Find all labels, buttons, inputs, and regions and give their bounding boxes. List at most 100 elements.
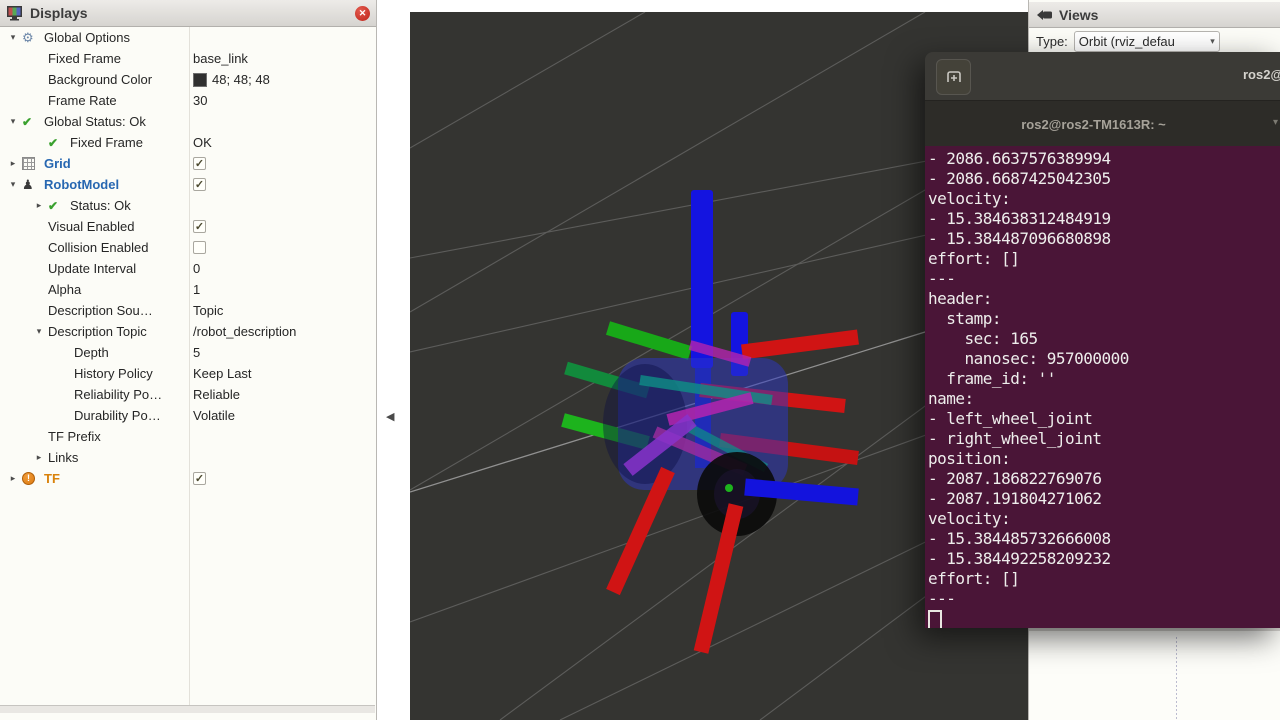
expander-icon[interactable]: ▾ xyxy=(30,326,48,337)
terminal-body[interactable]: - 2086.6637576389994- 2086.6687425042305… xyxy=(925,146,1280,628)
expander-icon[interactable]: ▸ xyxy=(4,158,22,169)
tree-row[interactable]: ▸Grid✓ xyxy=(0,153,376,174)
tree-row-label: Status: Ok xyxy=(70,198,131,213)
new-tab-button[interactable] xyxy=(936,59,971,95)
tree-row-value[interactable]: base_link xyxy=(193,51,248,66)
tree-row-label: Links xyxy=(48,450,78,465)
view-type-dropdown[interactable]: Orbit (rviz_defau ▾ xyxy=(1074,31,1220,52)
tree-row-value[interactable]: 30 xyxy=(193,93,207,108)
tree-row-value[interactable]: OK xyxy=(193,135,212,150)
tab-overflow-icon: ▾ xyxy=(1273,117,1278,128)
tree-row[interactable]: ▾Description Topic/robot_description xyxy=(0,321,376,342)
expander-icon[interactable]: ▾ xyxy=(4,116,22,127)
tree-row[interactable]: ▸!TF✓ xyxy=(0,468,376,489)
panel-resize-handle[interactable] xyxy=(0,706,375,713)
tree-row-label: Visual Enabled xyxy=(48,219,135,234)
tree-row[interactable]: History Policy Keep Last xyxy=(0,363,376,384)
terminal-line: - 2086.6637576389994 xyxy=(928,149,1280,169)
robot-model xyxy=(563,190,858,652)
tree-row[interactable]: Fixed Frame base_link xyxy=(0,48,376,69)
views-column-divider[interactable] xyxy=(1176,637,1177,720)
tree-row-label: Background Color xyxy=(48,72,152,87)
expander-icon[interactable]: ▾ xyxy=(4,179,22,190)
tree-row-value[interactable]: /robot_description xyxy=(193,324,296,339)
terminal-line: - 2086.6687425042305 xyxy=(928,169,1280,189)
tree-row[interactable]: Visual Enabled ✓ xyxy=(0,216,376,237)
grid-icon xyxy=(22,157,44,170)
tree-row[interactable]: ▸Links xyxy=(0,447,376,468)
tree-row-value[interactable]: Keep Last xyxy=(193,366,252,381)
terminal-line: - 2087.186822769076 xyxy=(928,469,1280,489)
tree-row-label: Global Status: Ok xyxy=(44,114,146,129)
displays-tree: ▾⚙Global Options Fixed Frame base_link Back… xyxy=(0,27,376,705)
collapse-arrow[interactable]: ◀ xyxy=(386,410,394,423)
tree-row[interactable]: Durability Po…Volatile xyxy=(0,405,376,426)
tree-row[interactable]: ▾⚙Global Options xyxy=(0,27,376,48)
terminal-tab[interactable]: ros2@ros2-TM1613R: ~ xyxy=(925,101,1262,147)
tree-row[interactable]: Description Sou… Topic xyxy=(0,300,376,321)
tree-row-label: Description Sou… xyxy=(48,303,153,318)
tree-row-label: TF Prefix xyxy=(48,429,101,444)
expander-icon[interactable]: ▸ xyxy=(4,473,22,484)
tree-row-label: History Policy xyxy=(74,366,153,381)
terminal-line: nanosec: 957000000 xyxy=(928,349,1280,369)
checkbox-checked[interactable]: ✓ xyxy=(193,472,206,485)
new-tab-icon xyxy=(945,69,963,85)
tree-row[interactable]: Collision Enabled xyxy=(0,237,376,258)
tree-row-label: Update Interval xyxy=(48,261,136,276)
tree-row[interactable]: Background Color 48; 48; 48 xyxy=(0,69,376,90)
expander-icon[interactable]: ▸ xyxy=(30,452,48,463)
tree-row[interactable]: Update Interval 0 xyxy=(0,258,376,279)
type-label: Type: xyxy=(1036,34,1068,49)
checkbox-unchecked[interactable] xyxy=(193,241,206,254)
tree-row-value-cell: Keep Last xyxy=(193,363,252,384)
tree-row-value[interactable]: 5 xyxy=(193,345,200,360)
terminal-window[interactable]: ros2@ ros2@ros2-TM1613R: ~ ▾ - 2086.6637… xyxy=(925,52,1280,628)
tree-row-value-cell: 0 xyxy=(193,258,200,279)
expander-icon[interactable]: ▸ xyxy=(30,200,48,211)
tree-row-value[interactable]: Reliable xyxy=(193,387,240,402)
checkbox-checked[interactable]: ✓ xyxy=(193,220,206,233)
view-type-row: Type: Orbit (rviz_defau ▾ Ze xyxy=(1029,28,1280,55)
expander-icon[interactable]: ▾ xyxy=(4,32,22,43)
tree-row[interactable]: ✔Fixed Frame OK xyxy=(0,132,376,153)
chevron-down-icon: ▾ xyxy=(1210,36,1215,47)
tree-row-value-cell: 1 xyxy=(193,279,200,300)
tree-row[interactable]: Frame Rate 30 xyxy=(0,90,376,111)
tree-row[interactable]: Alpha1 xyxy=(0,279,376,300)
tree-row[interactable]: ▸✔Status: Ok xyxy=(0,195,376,216)
terminal-line: - 15.384487096680898 xyxy=(928,229,1280,249)
checkbox-checked[interactable]: ✓ xyxy=(193,178,206,191)
terminal-line: --- xyxy=(928,269,1280,289)
terminal-line: stamp: xyxy=(928,309,1280,329)
tree-row-value-cell: Volatile xyxy=(193,405,235,426)
tree-row-value[interactable]: Topic xyxy=(193,303,223,318)
tree-row-value[interactable]: 1 xyxy=(193,282,200,297)
views-title: Views xyxy=(1059,7,1098,23)
terminal-tab-bar: ros2@ros2-TM1613R: ~ ▾ xyxy=(925,100,1280,147)
tree-row-value-cell xyxy=(193,237,206,258)
tree-row[interactable]: Depth5 xyxy=(0,342,376,363)
tree-row[interactable]: ▾♟RobotModel✓ xyxy=(0,174,376,195)
tree-row[interactable]: TF Prefix xyxy=(0,426,376,447)
tree-row-label: Collision Enabled xyxy=(48,240,148,255)
checkbox-checked[interactable]: ✓ xyxy=(193,157,206,170)
tree-row[interactable]: ▾✔Global Status: Ok xyxy=(0,111,376,132)
tree-row-value[interactable]: 48; 48; 48 xyxy=(212,72,270,87)
tree-row[interactable]: Reliability Po…Reliable xyxy=(0,384,376,405)
close-icon: ✕ xyxy=(359,9,367,18)
tree-row-value-cell: Reliable xyxy=(193,384,240,405)
tree-row-label: Frame Rate xyxy=(48,93,117,108)
tree-row-value[interactable]: Volatile xyxy=(193,408,235,423)
tree-row-value-cell: 48; 48; 48 xyxy=(193,69,270,90)
terminal-cursor xyxy=(928,610,942,628)
status-ok-icon: ✔ xyxy=(48,136,70,150)
tree-row-label: Description Topic xyxy=(48,324,147,339)
tree-row-value-cell: ✓ xyxy=(193,468,206,489)
tree-row-value[interactable]: 0 xyxy=(193,261,200,276)
close-button[interactable]: ✕ xyxy=(355,6,370,21)
tree-row-label: Fixed Frame xyxy=(70,135,143,150)
views-list xyxy=(1029,628,1280,720)
tree-row-label: Fixed Frame xyxy=(48,51,121,66)
views-title-bar: Views xyxy=(1029,2,1280,28)
